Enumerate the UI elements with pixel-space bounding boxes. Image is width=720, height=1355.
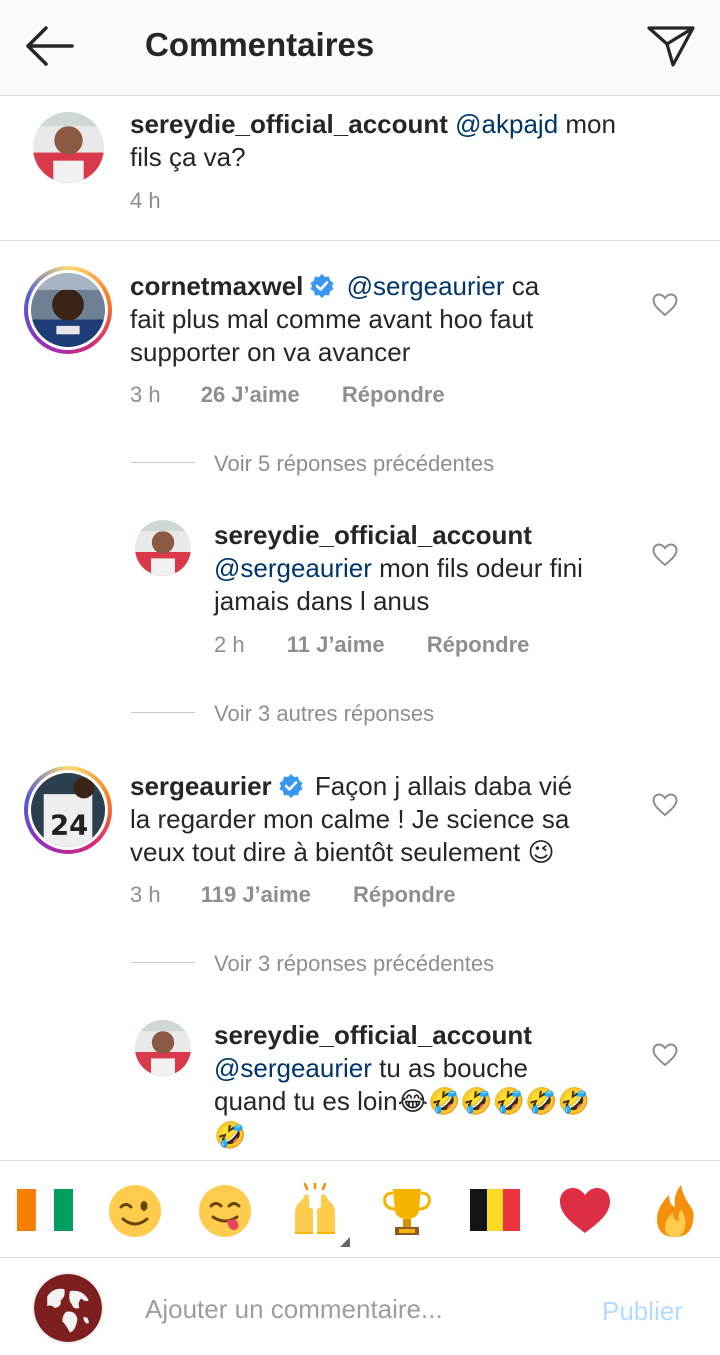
svg-text:24: 24 <box>50 809 88 841</box>
likes-count[interactable]: 26 J’aime <box>201 382 300 408</box>
like-heart-icon[interactable] <box>652 1043 678 1067</box>
verified-badge-icon <box>278 773 304 799</box>
divider-line <box>131 962 195 963</box>
reply-button[interactable]: Répondre <box>342 382 445 408</box>
emoji-quick-bar <box>0 1160 720 1258</box>
wink-emoji-icon[interactable] <box>107 1183 163 1239</box>
comment-text: veux tout dire à bientôt seulement <box>130 837 528 867</box>
comment-text: Façon j allais daba vié <box>314 771 573 801</box>
direct-send-icon[interactable] <box>646 24 696 68</box>
laughing-emojis: 😂🤣🤣🤣🤣🤣 <box>397 1087 590 1117</box>
comment-text: supporter on va avancer <box>130 337 411 367</box>
comment-text: la regarder mon calme ! Je science sa <box>130 804 570 834</box>
reply-text-block: sereydie_official_account @sergeaurier t… <box>214 1019 634 1153</box>
comment-username[interactable]: sergeaurier <box>130 771 272 801</box>
comment-time: 4 h <box>130 188 161 213</box>
comment-time: 3 h <box>130 382 161 407</box>
red-heart-emoji-icon[interactable] <box>557 1183 613 1239</box>
divider-line <box>131 462 195 463</box>
emoji-more-indicator <box>340 1237 350 1247</box>
current-user-avatar[interactable] <box>32 1272 104 1344</box>
trophy-emoji-icon[interactable] <box>379 1183 435 1239</box>
publish-button[interactable]: Publier <box>602 1296 683 1327</box>
flag-be-icon[interactable] <box>470 1189 520 1231</box>
reply-button[interactable]: Répondre <box>353 882 456 908</box>
like-heart-icon[interactable] <box>652 793 678 817</box>
avatar-sereydie[interactable] <box>135 520 191 576</box>
comment-text: tu as bouche <box>371 1053 529 1083</box>
view-previous-replies-link[interactable]: Voir 3 réponses précédentes <box>214 951 494 977</box>
reply-button[interactable]: Répondre <box>427 632 530 658</box>
laughing-emojis: 🤣 <box>214 1121 247 1151</box>
comment-text: ca <box>504 271 540 301</box>
comment-text-block: cornetmaxwel @sergeaurier ca fait plus m… <box>130 270 630 369</box>
comment-username[interactable]: sereydie_official_account <box>130 109 448 139</box>
likes-count[interactable]: 11 J’aime <box>287 632 385 658</box>
comment-text: mon <box>558 109 616 139</box>
page-title: Commentaires <box>145 26 375 63</box>
like-heart-icon[interactable] <box>652 543 678 567</box>
comment-username[interactable]: sereydie_official_account <box>214 520 532 550</box>
top-comment-text: sereydie_official_account @akpajd mon fi… <box>130 108 690 174</box>
yum-emoji-icon[interactable] <box>197 1183 253 1239</box>
verified-badge-icon <box>309 273 335 299</box>
comment-text-block: sergeaurier Façon j allais daba vié la r… <box>130 770 630 870</box>
comment-input[interactable]: Ajouter un commentaire... <box>145 1294 443 1325</box>
comment-mention[interactable]: @sergeaurier <box>214 1053 372 1083</box>
raised-hands-emoji-icon[interactable] <box>287 1181 343 1239</box>
comment-username[interactable]: cornetmaxwel <box>130 271 303 301</box>
comment-time: 3 h <box>130 882 161 907</box>
likes-count[interactable]: 119 J’aime <box>201 882 311 908</box>
comment-meta: 3 h 119 J’aime Répondre <box>130 882 456 908</box>
comment-text: jamais dans l anus <box>214 586 430 616</box>
avatar-sereydie[interactable] <box>33 112 104 183</box>
back-arrow-icon[interactable] <box>22 24 74 68</box>
comment-time: 2 h <box>214 632 245 657</box>
comment-composer: Ajouter un commentaire... Publier <box>0 1258 720 1355</box>
comment-text: quand tu es loin <box>214 1086 398 1116</box>
comment-text: mon fils odeur fini <box>371 553 583 583</box>
fire-emoji-icon[interactable] <box>647 1183 703 1239</box>
comment-mention[interactable]: @sergeaurier <box>214 553 372 583</box>
comment-text: fils ça va? <box>130 142 246 172</box>
avatar-cornetmaxwel[interactable] <box>24 266 112 354</box>
divider <box>0 240 720 241</box>
avatar-sergeaurier[interactable]: 24 <box>24 766 112 854</box>
view-more-replies-link[interactable]: Voir 3 autres réponses <box>214 701 434 727</box>
reply-text-block: sereydie_official_account @sergeaurier m… <box>214 519 634 618</box>
comment-meta: 3 h 26 J’aime Répondre <box>130 382 445 408</box>
comment-meta: 2 h 11 J’aime Répondre <box>214 632 529 658</box>
like-heart-icon[interactable] <box>652 293 678 317</box>
wink-emoji: 😉 <box>527 838 555 868</box>
avatar-sereydie[interactable] <box>135 1020 191 1076</box>
comment-text: fait plus mal comme avant hoo faut <box>130 304 534 334</box>
comment-username[interactable]: sereydie_official_account <box>214 1020 532 1050</box>
comment-mention[interactable]: @sergeaurier <box>347 271 505 301</box>
view-previous-replies-link[interactable]: Voir 5 réponses précédentes <box>214 451 494 477</box>
comment-mention[interactable]: @akpajd <box>455 109 558 139</box>
header-bar: Commentaires <box>0 0 720 96</box>
divider-line <box>131 712 195 713</box>
flag-ci-icon[interactable] <box>17 1188 73 1232</box>
